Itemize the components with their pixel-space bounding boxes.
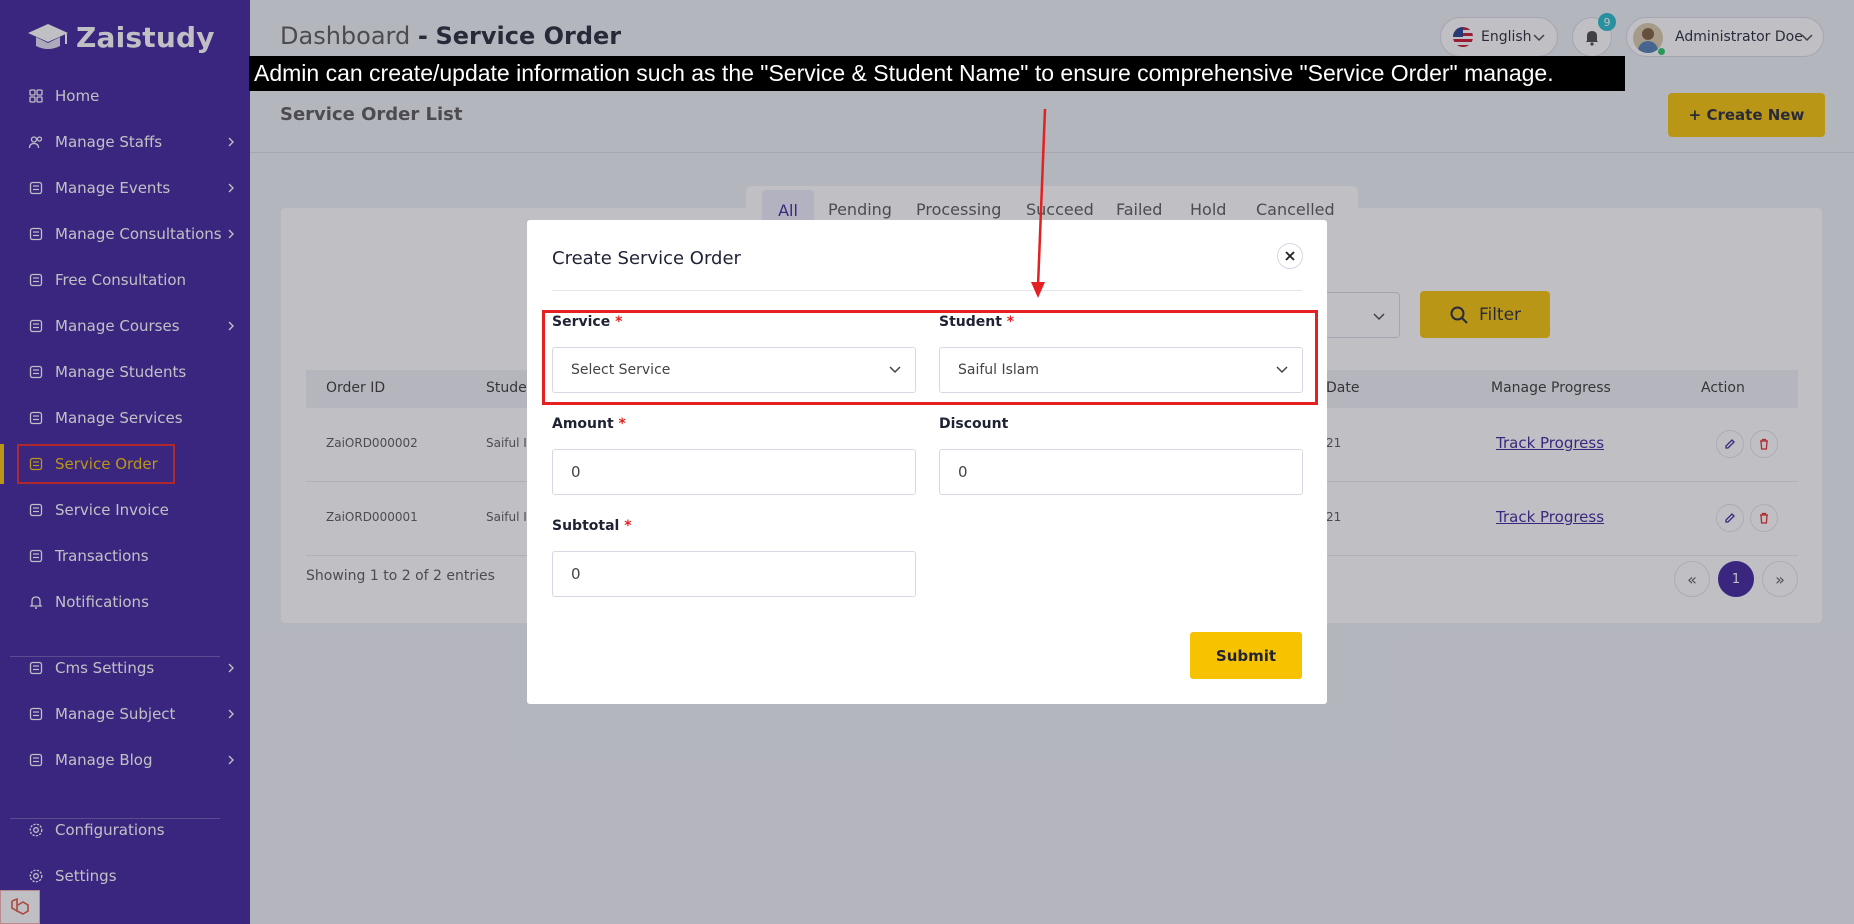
highlight-box [542, 310, 1318, 405]
close-button[interactable] [1277, 243, 1303, 269]
subtotal-input[interactable]: 0 [552, 551, 916, 597]
subtotal-label: Subtotal * [552, 518, 632, 534]
modal-divider [552, 290, 1302, 291]
create-service-order-modal: Create Service Order Service * Select Se… [527, 220, 1327, 704]
discount-input[interactable]: 0 [939, 449, 1303, 495]
submit-button[interactable]: Submit [1190, 632, 1302, 679]
amount-label: Amount * [552, 416, 626, 432]
modal-title: Create Service Order [552, 248, 741, 269]
annotation-caption: Admin can create/update information such… [249, 56, 1625, 91]
discount-label: Discount [939, 416, 1009, 432]
close-icon [1285, 251, 1295, 261]
amount-input[interactable]: 0 [552, 449, 916, 495]
